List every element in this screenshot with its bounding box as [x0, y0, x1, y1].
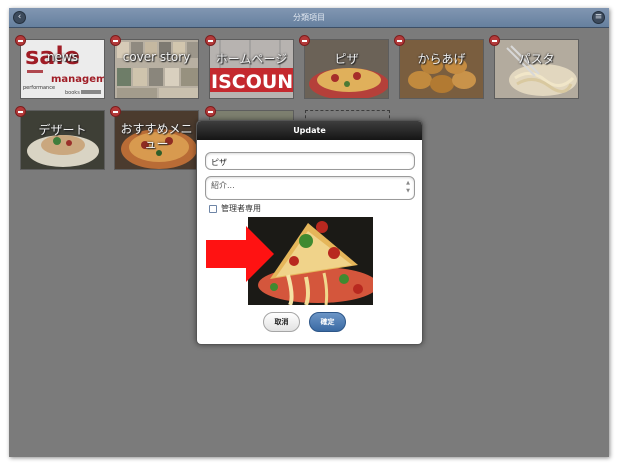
thumb-text-management: management — [51, 74, 105, 85]
thumb-text-books: books — [65, 90, 80, 96]
tile-label: デザート — [38, 123, 87, 137]
red-arrow-icon — [206, 226, 274, 282]
tile-thumbnail: sale management performance books — [21, 40, 105, 98]
delete-icon[interactable] — [110, 35, 121, 46]
admin-only-label: 管理者専用 — [221, 204, 261, 213]
tile-thumbnail — [305, 40, 388, 98]
category-tile-pizza[interactable]: ピザ — [304, 39, 389, 99]
delete-icon[interactable] — [394, 35, 405, 46]
menu-icon: ≡ — [594, 12, 603, 22]
delete-icon[interactable] — [110, 106, 121, 117]
category-tile-news[interactable]: sale management performance books news — [20, 39, 105, 99]
dialog-title: Update — [197, 121, 422, 140]
category-tile-homepage[interactable]: ISCOUN ホームページ — [209, 39, 294, 99]
name-input[interactable]: ピザ — [205, 152, 415, 170]
tile-label: ピザ — [334, 52, 359, 66]
delete-icon[interactable] — [299, 35, 310, 46]
delete-icon[interactable] — [205, 106, 216, 117]
tile-thumbnail — [400, 40, 483, 98]
confirm-button[interactable]: 確定 — [309, 312, 346, 332]
delete-icon[interactable] — [15, 35, 26, 46]
tile-label: パスタ — [518, 52, 555, 66]
category-tile-recommended[interactable]: おすすめメニュー — [114, 110, 199, 170]
admin-only-checkbox[interactable] — [209, 205, 217, 213]
category-tile-dessert[interactable]: デザート — [20, 110, 105, 170]
tile-label: からあげ — [417, 52, 466, 66]
thumb-text-performance: performance — [23, 85, 55, 91]
delete-icon[interactable] — [15, 106, 26, 117]
delete-icon[interactable] — [205, 35, 216, 46]
textarea-scroll-icon[interactable]: ▲ ▼ — [405, 179, 411, 197]
delete-icon[interactable] — [489, 35, 500, 46]
tile-thumbnail — [21, 111, 104, 169]
tile-label: news — [46, 50, 79, 64]
category-tile-pasta[interactable]: パスタ — [494, 39, 579, 99]
tile-label: おすすめメニュー — [120, 122, 193, 151]
category-tile-cover-story[interactable]: cover story — [114, 39, 199, 99]
header-bar: ‹ 分類項目 ≡ — [9, 8, 609, 28]
cancel-button[interactable]: 取消 — [263, 312, 300, 332]
menu-button[interactable]: ≡ — [592, 11, 605, 24]
tile-label: ホームページ — [215, 52, 288, 66]
tile-thumbnail: ISCOUN — [210, 40, 293, 98]
intro-placeholder: 紹介... — [211, 181, 235, 190]
tile-thumbnail — [115, 40, 198, 98]
page-title: 分類項目 — [293, 13, 325, 22]
tile-label: cover story — [122, 50, 191, 64]
intro-textarea[interactable]: 紹介... ▲ ▼ — [205, 176, 415, 200]
tile-thumbnail — [495, 40, 578, 98]
category-tile-karaage[interactable]: からあげ — [399, 39, 484, 99]
thumb-text-iscoun: ISCOUN — [211, 71, 293, 93]
